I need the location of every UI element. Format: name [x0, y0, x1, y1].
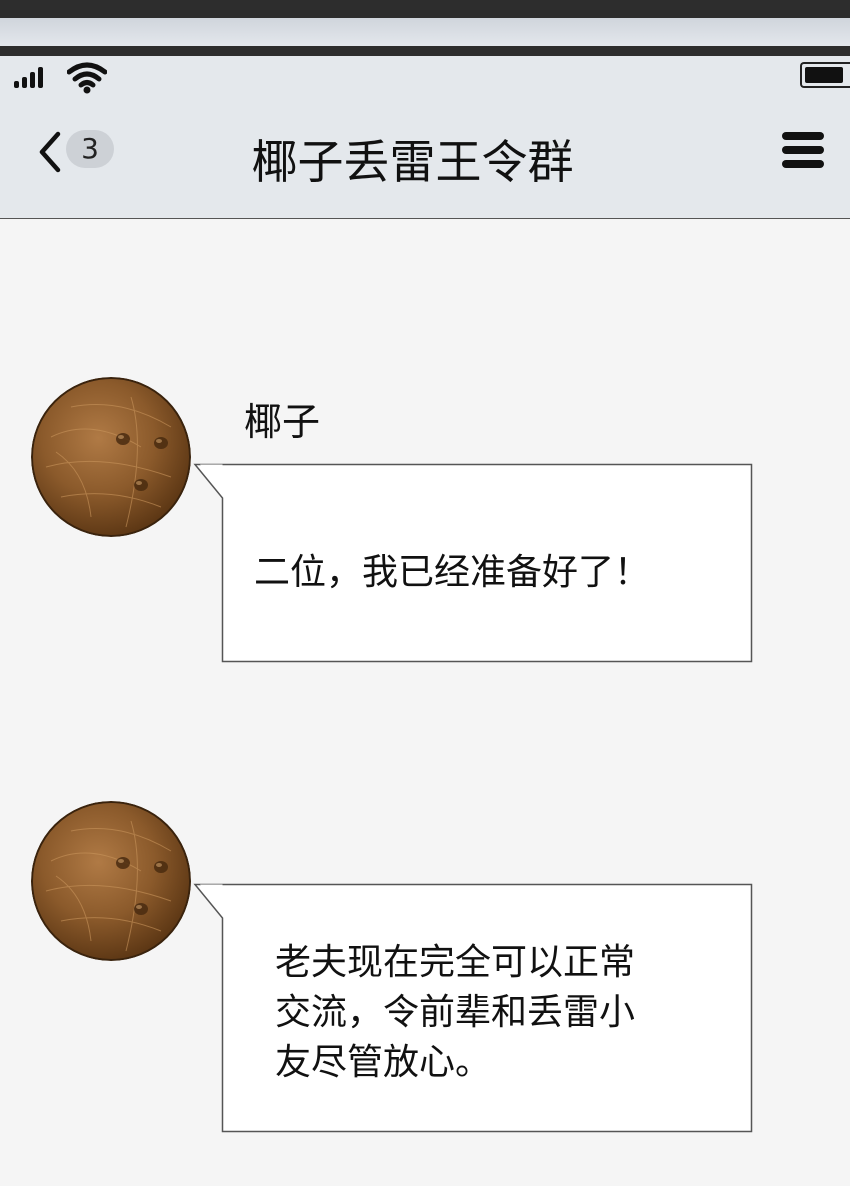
- unread-count-badge[interactable]: 3: [66, 130, 114, 168]
- sender-name: 椰子: [244, 400, 321, 444]
- battery-level-fill: [805, 67, 843, 83]
- message-line: 交流，令前辈和丢雷小: [275, 992, 636, 1033]
- message-line: 友尽管放心。: [275, 1042, 492, 1083]
- wifi-icon: [67, 62, 107, 94]
- bezel-highlight: [0, 18, 850, 46]
- message-line: 老夫现在完全可以正常: [275, 942, 636, 983]
- coconut-avatar[interactable]: [31, 377, 191, 537]
- coconut-avatar[interactable]: [31, 801, 191, 961]
- cellular-signal-icon: [14, 66, 50, 88]
- hamburger-menu-icon[interactable]: [782, 132, 824, 168]
- message-text: 老夫现在完全可以正常 交流，令前辈和丢雷小 友尽管放心。: [275, 938, 635, 1088]
- message-text: 二位，我已经准备好了！: [254, 552, 651, 593]
- chevron-left-icon[interactable]: [34, 128, 64, 176]
- device-top-bezel: [0, 0, 850, 56]
- battery-icon: [800, 62, 850, 88]
- page-title: 椰子丢雷王令群: [251, 135, 574, 189]
